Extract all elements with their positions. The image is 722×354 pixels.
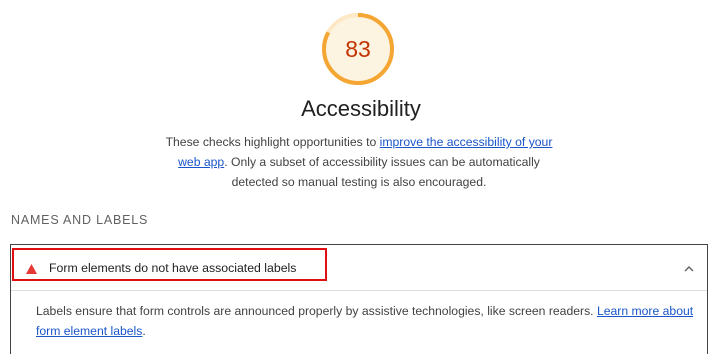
- category-description: These checks highlight opportunities to …: [160, 132, 558, 192]
- audit-body-text: Labels ensure that form controls are ann…: [36, 304, 597, 318]
- audit-item: Form elements do not have associated lab…: [10, 244, 708, 354]
- group-title: NAMES AND LABELS: [11, 213, 149, 227]
- audit-header[interactable]: Form elements do not have associated lab…: [11, 245, 707, 291]
- category-title: Accessibility: [301, 96, 421, 121]
- audit-description: Labels ensure that form controls are ann…: [36, 301, 696, 341]
- score-gauge: 83: [320, 11, 396, 87]
- description-suffix: . Only a subset of accessibility issues …: [224, 155, 540, 189]
- description-prefix: These checks highlight opportunities to: [165, 135, 380, 149]
- score-value: 83: [345, 35, 371, 62]
- chevron-up-icon[interactable]: [683, 264, 695, 274]
- highlight-box: [12, 248, 327, 281]
- audit-body-suffix: .: [142, 324, 146, 338]
